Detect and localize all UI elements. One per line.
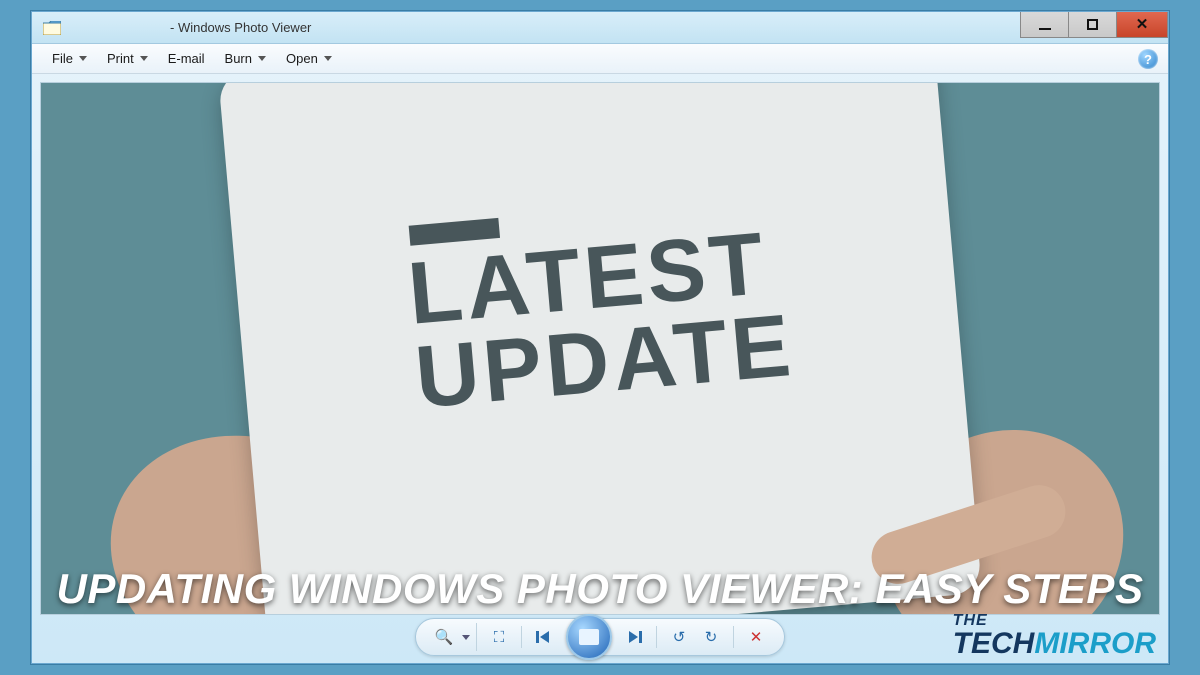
menu-open-label: Open (286, 51, 318, 66)
zoom-control[interactable]: 🔍 (430, 623, 477, 651)
menubar: File Print E-mail Burn Open ? (32, 44, 1168, 74)
menu-print-label: Print (107, 51, 134, 66)
rotate-left-button[interactable]: ↺ (665, 623, 693, 651)
menu-open[interactable]: Open (276, 44, 342, 73)
next-icon (625, 630, 643, 644)
previous-button[interactable] (530, 623, 558, 651)
brand-line2: TECHMIRROR (953, 629, 1156, 659)
image-canvas: LATEST UPDATE (40, 82, 1160, 615)
menu-print[interactable]: Print (97, 44, 158, 73)
close-button[interactable]: ✕ (1116, 12, 1168, 38)
separator (521, 626, 522, 648)
app-icon (42, 20, 62, 36)
menu-burn-label: Burn (225, 51, 252, 66)
previous-icon (535, 630, 553, 644)
rotate-right-button[interactable]: ↻ (697, 623, 725, 651)
chevron-down-icon (258, 56, 266, 61)
chevron-down-icon (79, 56, 87, 61)
fit-icon: ⛶ (494, 629, 505, 646)
chevron-down-icon (140, 56, 148, 61)
window-controls: ✕ (1020, 12, 1168, 38)
separator (733, 626, 734, 648)
slideshow-icon (579, 629, 599, 645)
help-icon: ? (1144, 52, 1152, 67)
menu-file[interactable]: File (42, 44, 97, 73)
slideshow-button[interactable] (566, 614, 612, 660)
rotate-right-icon: ↻ (705, 628, 718, 646)
brand-logo: THE TECHMIRROR (953, 613, 1156, 659)
menu-email-label: E-mail (168, 51, 205, 66)
minimize-button[interactable] (1020, 12, 1068, 38)
next-button[interactable] (620, 623, 648, 651)
image-text: LATEST UPDATE (403, 193, 798, 419)
rotate-left-icon: ↺ (673, 628, 686, 646)
photo-toolbar: 🔍 ⛶ ↺ ↻ ✕ (415, 618, 785, 656)
fit-window-button[interactable]: ⛶ (485, 623, 513, 651)
menu-file-label: File (52, 51, 73, 66)
delete-button[interactable]: ✕ (742, 623, 770, 651)
delete-icon: ✕ (750, 628, 763, 646)
maximize-button[interactable] (1068, 12, 1116, 38)
menu-burn[interactable]: Burn (215, 44, 276, 73)
overlay-caption: UPDATING WINDOWS PHOTO VIEWER: EASY STEP… (0, 565, 1200, 613)
magnifier-icon: 🔍 (430, 623, 458, 651)
separator (656, 626, 657, 648)
help-button[interactable]: ? (1138, 49, 1158, 69)
window-title: - Windows Photo Viewer (170, 20, 311, 35)
chevron-down-icon (324, 56, 332, 61)
titlebar: - Windows Photo Viewer ✕ (32, 12, 1168, 44)
chevron-down-icon (462, 635, 470, 640)
menu-email[interactable]: E-mail (158, 44, 215, 73)
